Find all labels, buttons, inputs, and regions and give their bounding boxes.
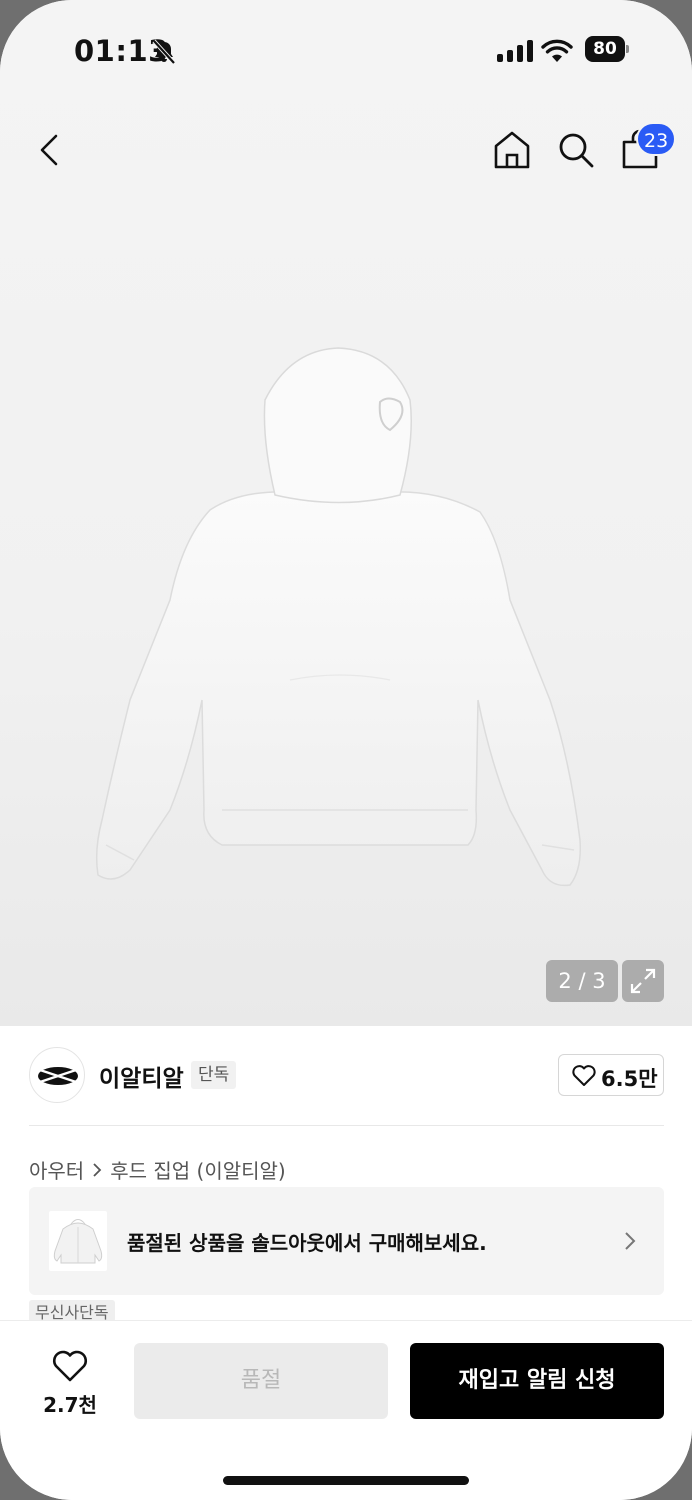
home-indicator	[223, 1476, 469, 1485]
soldout-banner[interactable]: 품절된 상품을 솔드아웃에서 구매해보세요.	[29, 1187, 664, 1295]
back-icon[interactable]	[30, 128, 70, 172]
wishlist-count: 2.7천	[43, 1393, 97, 1417]
banner-text: 품절된 상품을 솔드아웃에서 구매해보세요.	[127, 1231, 487, 1255]
restock-alert-button[interactable]: 재입고 알림 신청	[410, 1343, 664, 1419]
brand-logo-mark	[38, 1067, 78, 1085]
breadcrumb-subcategory[interactable]: 후드 집업 (이알티알)	[110, 1155, 286, 1184]
app-screen: 01:13 80 23 2 / 3 이알티알 단독 6.5만 아우터 후드 집업…	[0, 0, 692, 1500]
exclusive-badge: 단독	[191, 1061, 237, 1089]
product-image	[95, 347, 582, 887]
brand-name[interactable]: 이알티알	[99, 1059, 184, 1093]
home-icon[interactable]	[490, 128, 534, 172]
wishlist-button[interactable]: 2.7천	[32, 1343, 108, 1421]
bell-slash-icon	[152, 39, 176, 65]
battery-icon: 80	[585, 36, 629, 62]
gallery-pager: 2 / 3	[546, 960, 618, 1002]
bottom-action-bar: 2.7천 품절 재입고 알림 신청	[0, 1320, 692, 1500]
breadcrumb: 아우터 후드 집업 (이알티알)	[29, 1155, 286, 1184]
wifi-icon	[541, 39, 573, 62]
divider	[29, 1125, 664, 1126]
brand-like-count: 6.5만	[601, 1067, 658, 1091]
search-icon[interactable]	[554, 128, 598, 172]
heart-icon	[53, 1350, 87, 1382]
product-gallery[interactable]: 01:13 80 23 2 / 3	[0, 0, 692, 1026]
signal-icon	[497, 40, 533, 62]
banner-thumbnail	[49, 1211, 107, 1271]
brand-like-button[interactable]: 6.5만	[558, 1054, 664, 1096]
expand-button[interactable]	[622, 960, 664, 1002]
cart-count-badge: 23	[636, 122, 677, 156]
chevron-right-icon	[93, 1162, 102, 1177]
expand-icon	[630, 968, 656, 994]
musinsa-exclusive-tag: 무신사단독	[29, 1300, 115, 1322]
breadcrumb-category[interactable]: 아우터	[29, 1155, 84, 1184]
soldout-button: 품절	[134, 1343, 388, 1419]
battery-level: 80	[585, 36, 625, 62]
status-bar: 01:13 80	[0, 34, 692, 70]
heart-icon	[572, 1065, 596, 1086]
brand-logo[interactable]	[29, 1047, 85, 1103]
chevron-right-icon	[625, 1232, 636, 1250]
